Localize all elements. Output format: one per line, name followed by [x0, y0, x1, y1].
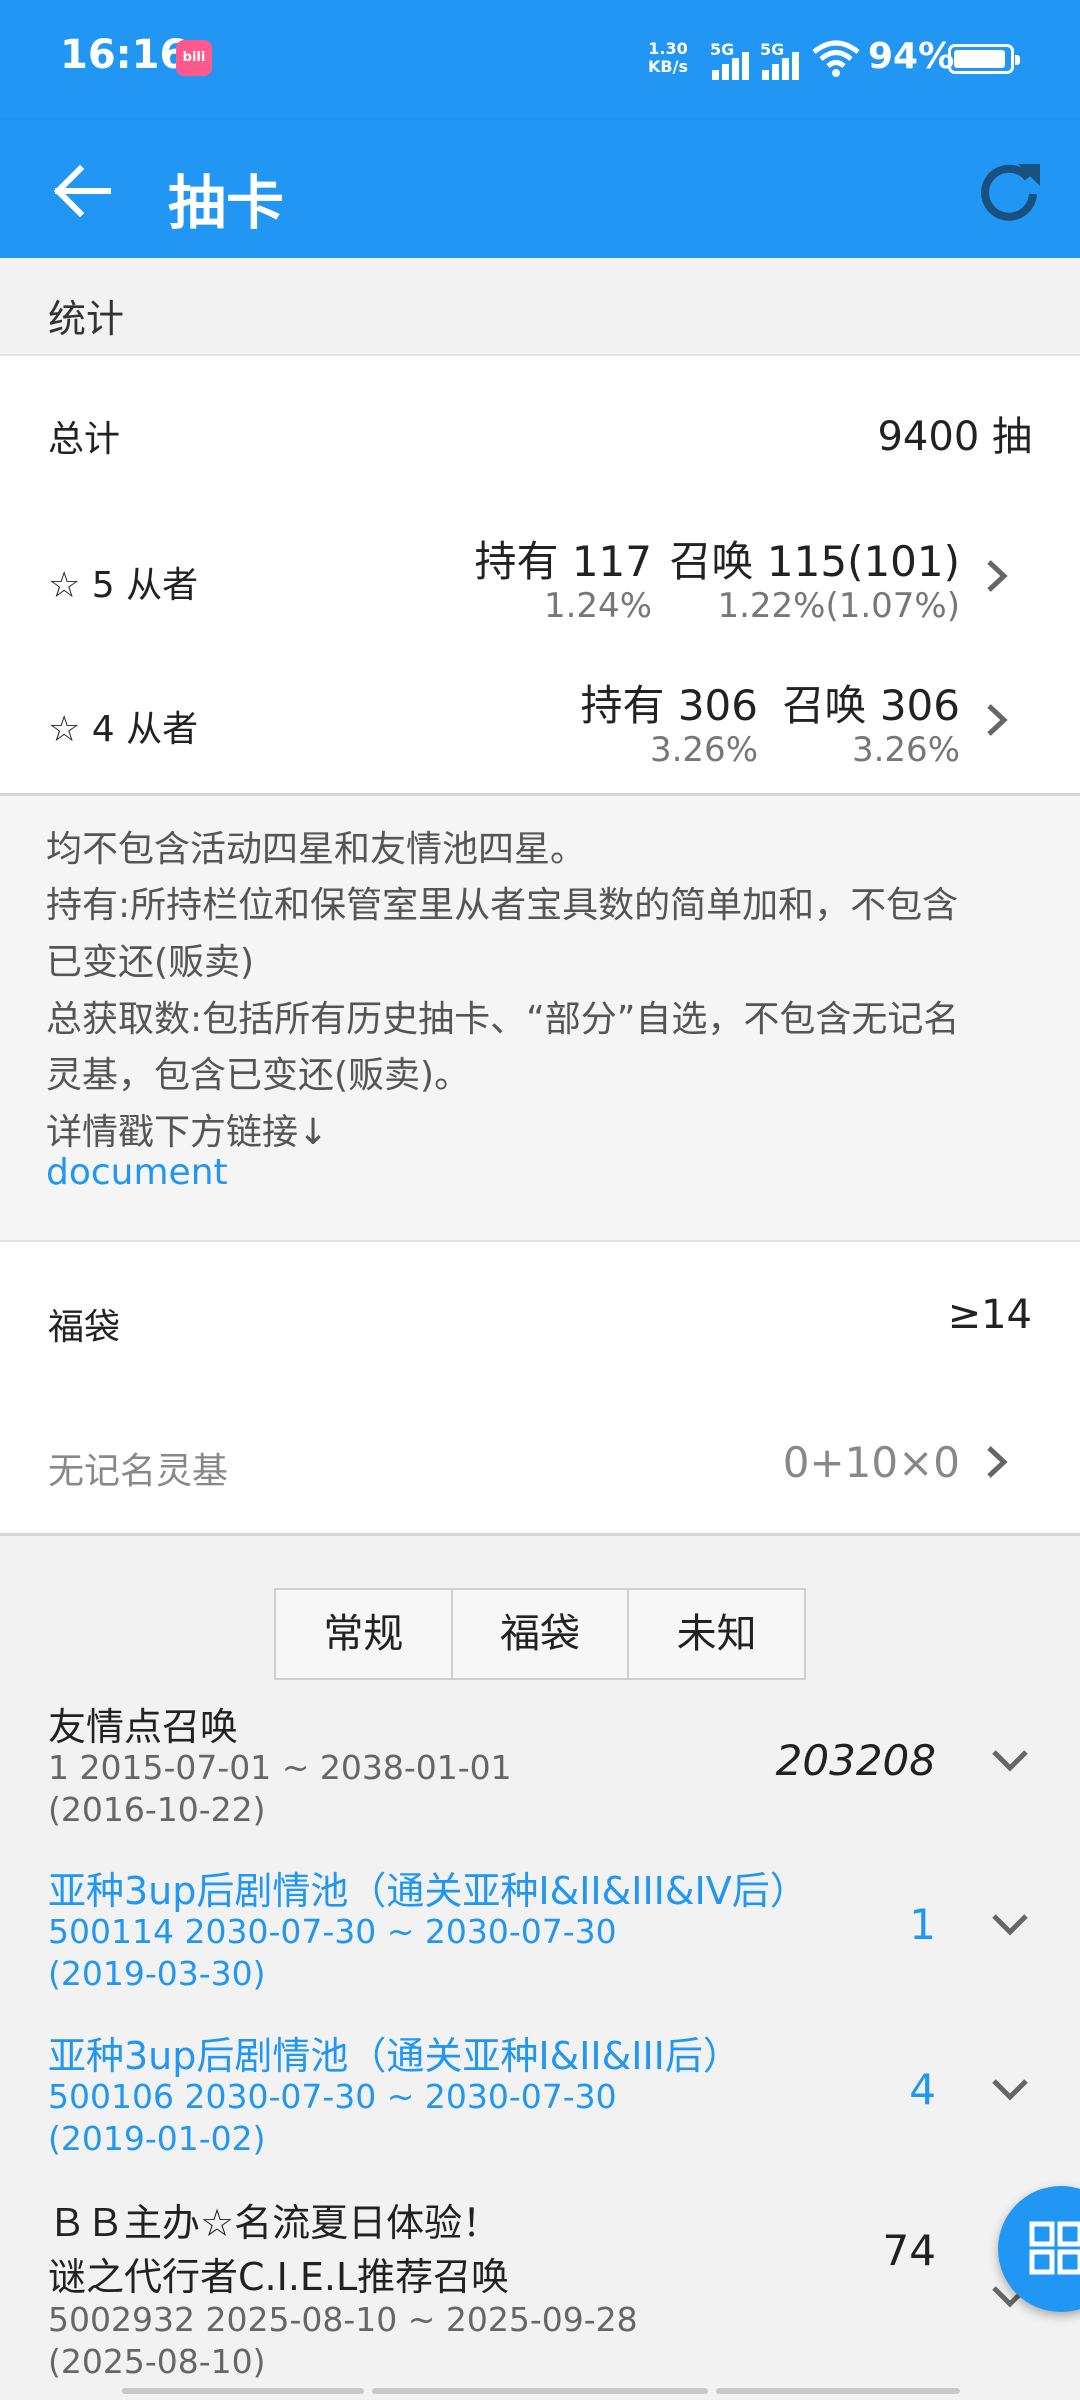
chevron-down-icon[interactable]: [988, 1746, 1032, 1776]
network-speed: 1.30 KB/s: [648, 39, 688, 76]
total-label: 总计: [48, 419, 121, 460]
five-star-label: ☆ 5 从者: [48, 565, 199, 606]
chevron-right-icon: [987, 704, 1008, 736]
pool-date: (2025-08-10): [48, 2342, 266, 2381]
five-star-summon-pct: 1.22%(1.07%): [717, 586, 960, 626]
pool-count: 74: [882, 2226, 936, 2275]
tab-regular[interactable]: 常规: [276, 1590, 453, 1678]
status-bar: 16:16 bili 1.30 KB/s 5G 5G 94%: [0, 0, 1080, 120]
pool-title: ＢＢ主办☆名流夏日体验！: [48, 2201, 501, 2245]
total-value: 9400 抽: [877, 414, 1032, 460]
pool-date: (2016-10-22): [48, 1790, 266, 1829]
scroll-indicator: [716, 2388, 960, 2394]
note-line: 持有:所持栏位和保管室里从者宝具数的简单加和，不包含: [46, 885, 959, 926]
list-item[interactable]: 亚种3up后剧情池（通关亚种I&II&III&IV后） 500114 2030-…: [0, 1860, 1080, 2000]
pool-title: 亚种3up后剧情池（通关亚种I&II&III&IV后）: [48, 1869, 808, 1913]
pool-meta: 1 2015-07-01 ~ 2038-01-01: [48, 1748, 512, 1787]
battery-icon: [948, 44, 1020, 74]
tab-unknown[interactable]: 未知: [629, 1590, 804, 1678]
note-line: 已变还(贩卖): [46, 942, 255, 983]
four-star-summon-pct: 3.26%: [851, 730, 960, 770]
page-title: 抽卡: [168, 169, 285, 237]
wifi-icon: [812, 40, 860, 77]
pool-title-line2: 谜之代行者C.I.E.L推荐召唤: [48, 2255, 510, 2299]
arrow-left-icon[interactable]: [50, 158, 116, 224]
pool-count: 4: [909, 2065, 936, 2114]
five-star-summon: 召唤 115(101): [669, 537, 960, 586]
signal-sim1-icon: 5G: [710, 40, 760, 80]
bilibili-notification-icon: bili: [176, 40, 212, 76]
four-star-summon: 召唤 306: [782, 681, 960, 730]
chevron-down-icon[interactable]: [988, 1910, 1032, 1940]
signal-sim2-icon: 5G: [760, 40, 810, 80]
chevron-right-icon: [987, 560, 1008, 592]
status-time: 16:16: [60, 32, 188, 78]
note-line: 详情戳下方链接↓: [46, 1112, 329, 1153]
pool-count: 203208: [775, 1736, 936, 1785]
note-line: 灵基，包含已变还(贩卖)。: [46, 1055, 471, 1096]
list-item[interactable]: 友情点召唤 1 2015-07-01 ~ 2038-01-01 (2016-10…: [0, 1696, 1080, 1836]
pool-date: (2019-01-02): [48, 2119, 266, 2158]
battery-percent: 94%: [868, 36, 955, 77]
note-line: 总获取数:包括所有历史抽卡、“部分”自选，不包含无记名: [46, 999, 960, 1040]
five-star-own-pct: 1.24%: [543, 586, 652, 626]
list-item[interactable]: ＢＢ主办☆名流夏日体验！ 谜之代行者C.I.E.L推荐召唤 5002932 20…: [0, 2192, 1080, 2392]
chevron-down-icon[interactable]: [988, 2075, 1032, 2105]
app-bar: 抽卡: [0, 120, 1080, 258]
refresh-icon[interactable]: [974, 156, 1044, 226]
chevron-right-icon: [987, 1446, 1008, 1478]
grid-icon: [1029, 2221, 1080, 2275]
note-line: 均不包含活动四星和友情池四星。: [46, 829, 587, 870]
lucky-bag-value: ≥14: [947, 1292, 1032, 1338]
lucky-bag-card: 福袋 ≥14 无记名灵基 0+10×0: [0, 1240, 1080, 1536]
scroll-indicator: [122, 2388, 364, 2394]
list-item[interactable]: 亚种3up后剧情池（通关亚种I&II&III后） 500106 2030-07-…: [0, 2025, 1080, 2165]
four-star-own-pct: 3.26%: [649, 730, 758, 770]
tab-lucky-bag[interactable]: 福袋: [453, 1590, 630, 1678]
pool-meta: 500106 2030-07-30 ~ 2030-07-30: [48, 2077, 617, 2116]
pool-date: (2019-03-30): [48, 1954, 266, 1993]
stats-card: 总计 9400 抽 ☆ 5 从者 持有 117 召唤 115(101) 1.24…: [0, 354, 1080, 796]
unnamed-value: 0+10×0: [782, 1438, 960, 1487]
pool-title: 友情点召唤: [48, 1705, 239, 1749]
pool-title: 亚种3up后剧情池（通关亚种I&II&III后）: [48, 2034, 741, 2078]
unnamed-label: 无记名灵基: [48, 1451, 229, 1492]
four-star-own: 持有 306: [580, 681, 758, 730]
stats-section-header: 统计: [0, 258, 1080, 356]
lucky-bag-label: 福袋: [48, 1307, 121, 1348]
five-star-own: 持有 117: [474, 537, 652, 586]
pool-meta: 5002932 2025-08-10 ~ 2025-09-28: [48, 2300, 638, 2339]
four-star-label: ☆ 4 从者: [48, 709, 199, 750]
document-link[interactable]: document: [46, 1152, 228, 1193]
pool-meta: 500114 2030-07-30 ~ 2030-07-30: [48, 1912, 617, 1951]
pool-count: 1: [909, 1900, 936, 1949]
pool-type-tabs: 常规 福袋 未知: [274, 1588, 806, 1680]
notes-section: 均不包含活动四星和友情池四星。 持有:所持栏位和保管室里从者宝具数的简单加和，不…: [0, 796, 1080, 1240]
scroll-indicator: [372, 2388, 708, 2394]
